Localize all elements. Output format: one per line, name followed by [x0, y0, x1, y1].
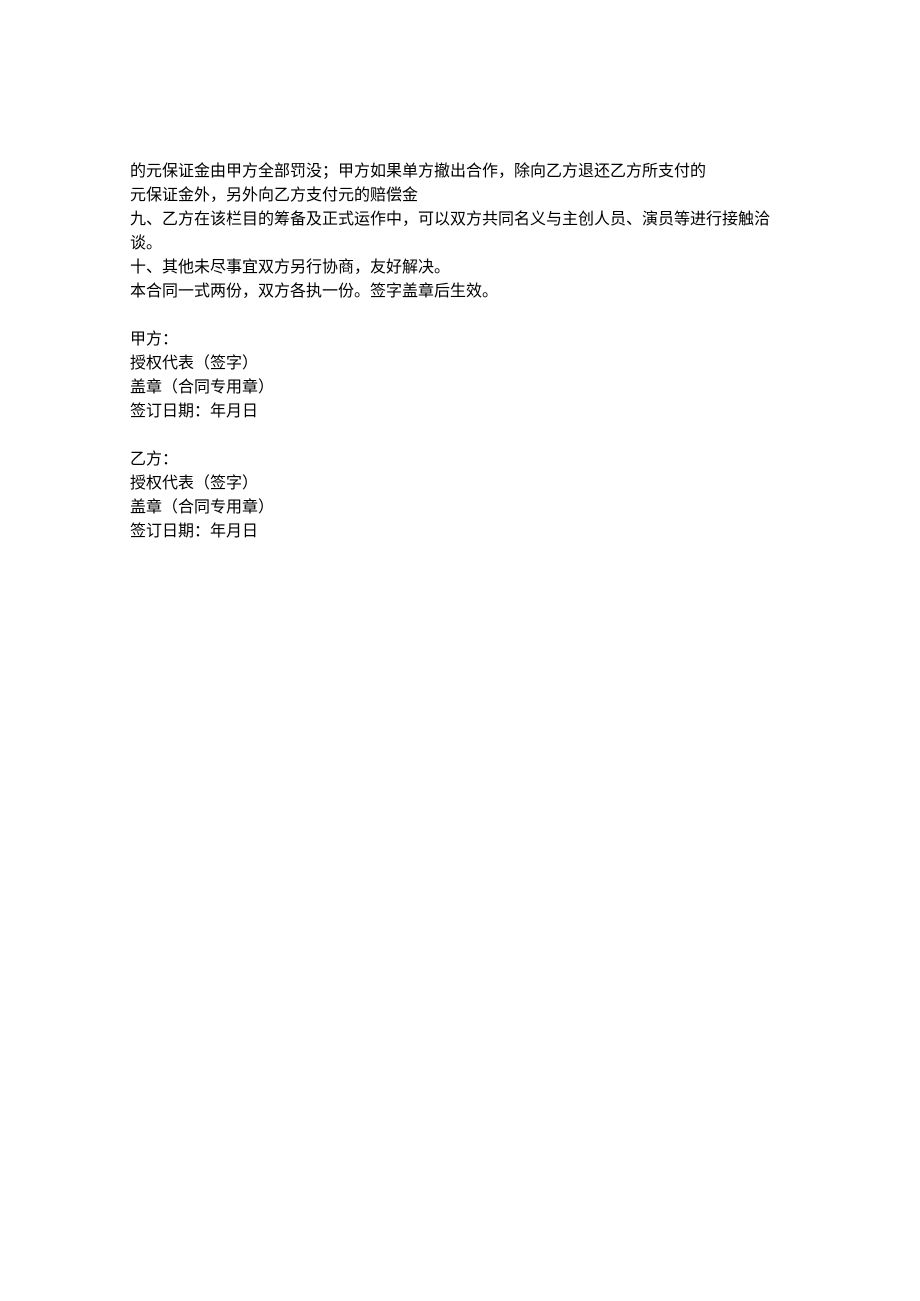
clause-line-2: 元保证金外，另外向乙方支付元的赔偿金 [130, 184, 790, 208]
party-a-representative: 授权代表（签字） [130, 352, 790, 376]
party-a-seal: 盖章（合同专用章） [130, 376, 790, 400]
party-a-signature-block: 甲方： 授权代表（签字） 盖章（合同专用章） 签订日期：年月日 [130, 328, 790, 424]
party-b-title: 乙方： [130, 448, 790, 472]
party-b-representative: 授权代表（签字） [130, 472, 790, 496]
clause-copies: 本合同一式两份，双方各执一份。签字盖章后生效。 [130, 280, 790, 304]
clause-ten: 十、其他未尽事宜双方另行协商，友好解决。 [130, 256, 790, 280]
clause-line-1: 的元保证金由甲方全部罚没；甲方如果单方撤出合作，除向乙方退还乙方所支付的 [130, 160, 790, 184]
party-b-signature-block: 乙方： 授权代表（签字） 盖章（合同专用章） 签订日期：年月日 [130, 448, 790, 544]
contract-clauses: 的元保证金由甲方全部罚没；甲方如果单方撤出合作，除向乙方退还乙方所支付的 元保证… [130, 160, 790, 304]
party-b-date: 签订日期：年月日 [130, 520, 790, 544]
party-a-date: 签订日期：年月日 [130, 400, 790, 424]
clause-nine: 九、乙方在该栏目的筹备及正式运作中，可以双方共同名义与主创人员、演员等进行接触洽… [130, 208, 790, 256]
party-b-seal: 盖章（合同专用章） [130, 496, 790, 520]
party-a-title: 甲方： [130, 328, 790, 352]
